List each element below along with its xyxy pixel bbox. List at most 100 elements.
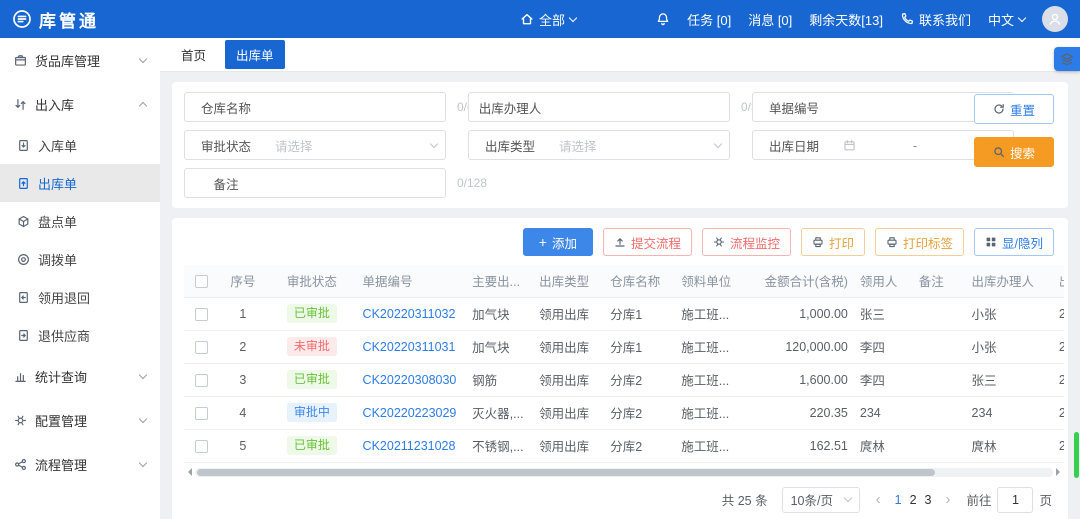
cell-out-type: 领用出库 [533, 297, 604, 330]
page-size-label: 10条/页 [791, 490, 833, 509]
doc-number-link[interactable]: CK20220311031 [363, 340, 456, 354]
contact-us-link[interactable]: 联系我们 [900, 10, 971, 29]
scroll-right-arrow[interactable] [1056, 468, 1064, 476]
results-panel: + 添加 提交流程 流程监控 [172, 218, 1068, 519]
print-tag-button[interactable]: 打印标签 [875, 228, 964, 256]
chevron-down-icon [1018, 13, 1026, 21]
cell-status: 已审批 [267, 363, 356, 396]
approval_status-select[interactable]: 请选择 [267, 131, 445, 159]
cell-main-items: 加气块 [466, 330, 533, 363]
tabbar: 首页 出库单 [160, 38, 1080, 72]
row-checkbox[interactable] [195, 407, 208, 420]
prev-page-arrow[interactable]: ‹ [874, 491, 883, 508]
scrollbar-track[interactable] [195, 468, 1053, 477]
org-scope-dropdown[interactable]: 全部 [520, 10, 576, 29]
sidebar-item[interactable]: 入库单 [0, 126, 160, 164]
goto-page-input[interactable] [997, 487, 1033, 513]
doc-number-link[interactable]: CK20220311032 [363, 307, 456, 321]
language-dropdown[interactable]: 中文 [988, 10, 1025, 29]
reset-button[interactable]: 重置 [974, 94, 1054, 124]
filter-field-outbound_handler: 出库办理人0/32 [468, 92, 730, 122]
sidebar-item[interactable]: 出库单 [0, 164, 160, 202]
table-wrap: 序号审批状态单据编号主要出...出库类型仓库名称领料单位金额合计(含税)领用人备… [184, 265, 1064, 463]
chevron-down-icon [843, 494, 851, 502]
sidebar-item[interactable]: 盘点单 [0, 202, 160, 240]
row-checkbox[interactable] [195, 440, 208, 453]
sidebar-group-3[interactable]: 配置管理 [0, 398, 160, 442]
page-number-2[interactable]: 2 [910, 493, 917, 507]
filter-field-warehouse_name: 仓库名称0/64 [184, 92, 446, 122]
chevron-down-icon [569, 13, 577, 21]
flow-monitor-button[interactable]: 流程监控 [702, 228, 791, 256]
notification-bell-icon[interactable] [656, 12, 670, 26]
tab-outbound-orders[interactable]: 出库单 [225, 40, 285, 69]
cell-amount: 1,000.00 [748, 297, 854, 330]
cell-select [184, 396, 219, 429]
messages-link[interactable]: 消息 [0] [748, 10, 792, 29]
warehouse_name-input[interactable] [275, 100, 451, 115]
column-header: 出库办理人 [966, 265, 1053, 297]
gear-icon [713, 236, 725, 248]
page-size-select[interactable]: 10条/页 [782, 487, 860, 513]
outbound_handler-input[interactable] [559, 100, 735, 115]
vertical-scrollbar-thumb[interactable] [1074, 432, 1079, 478]
column-header: 备注 [913, 265, 966, 297]
chevron-down-icon [430, 139, 438, 147]
page-number-3[interactable]: 3 [925, 493, 932, 507]
cell-unit: 施工班... [675, 396, 748, 429]
filter-label: 备注 [185, 174, 267, 193]
sidebar-nav: 货品库管理出入库入库单出库单盘点单调拨单领用退回退供应商统计查询配置管理流程管理 [0, 38, 160, 519]
language-label: 中文 [988, 10, 1014, 29]
cell-amount: 220.35 [748, 396, 854, 429]
cell-recipient: 李四 [854, 363, 913, 396]
show-hide-columns-button[interactable]: 显/隐列 [974, 228, 1054, 256]
cell-handler: 小张 [966, 297, 1053, 330]
scrollbar-thumb[interactable] [197, 469, 935, 476]
row-checkbox[interactable] [195, 341, 208, 354]
sidebar-group-1[interactable]: 出入库 [0, 82, 160, 126]
cell-unit: 施工班... [675, 429, 748, 462]
sidebar-group-2[interactable]: 统计查询 [0, 354, 160, 398]
sidebar-group-0[interactable]: 货品库管理 [0, 38, 160, 82]
page-number-1[interactable]: 1 [895, 493, 902, 507]
submit-flow-button[interactable]: 提交流程 [603, 228, 692, 256]
remark-input[interactable] [275, 176, 451, 191]
sidebar-item[interactable]: 领用退回 [0, 278, 160, 316]
goto-page: 前往 页 [966, 487, 1052, 513]
days-remaining-label: 剩余天数[13] [809, 10, 883, 29]
table-row: 2未审批CK20220311031加气块领用出库分库1施工班...120,000… [184, 330, 1064, 363]
cell-unit: 施工班... [675, 297, 748, 330]
floating-helper-widget[interactable] [1054, 47, 1080, 71]
next-page-arrow[interactable]: › [943, 491, 952, 508]
tasks-link[interactable]: 任务 [0] [687, 10, 731, 29]
sidebar-group-4[interactable]: 流程管理 [0, 442, 160, 486]
tab-home[interactable]: 首页 [170, 40, 217, 69]
chevron-up-icon [139, 101, 147, 109]
sidebar-item[interactable]: 调拨单 [0, 240, 160, 278]
outbound_type-select[interactable]: 请选择 [551, 131, 729, 159]
cell-date: 20 [1053, 297, 1064, 330]
search-button[interactable]: 搜索 [974, 137, 1054, 167]
doc-number-link[interactable]: CK20220223029 [363, 406, 457, 420]
sidebar-group-label: 出入库 [35, 95, 74, 114]
table-row: 1已审批CK20220311032加气块领用出库分库1施工班...1,000.0… [184, 297, 1064, 330]
inventory-cube-icon [17, 215, 30, 228]
doc-number-link[interactable]: CK20211231028 [363, 439, 456, 453]
cell-seq: 2 [219, 330, 268, 363]
row-checkbox[interactable] [195, 374, 208, 387]
sidebar-item[interactable]: 退供应商 [0, 316, 160, 354]
column-header: 仓库名称 [604, 265, 675, 297]
doc-number-link[interactable]: CK20220308030 [363, 373, 457, 387]
row-checkbox[interactable] [195, 308, 208, 321]
flow-monitor-label: 流程监控 [730, 233, 780, 252]
select-all-checkbox[interactable] [195, 275, 208, 288]
cell-out-type: 领用出库 [533, 429, 604, 462]
filter-field-outbound_type: 出库类型请选择 [468, 130, 730, 160]
status-badge: 已审批 [287, 370, 337, 390]
scroll-left-arrow[interactable] [184, 468, 192, 476]
pagination: 共 25 条 10条/页 ‹ 123 › 前往 页 [172, 478, 1068, 519]
add-button[interactable]: + 添加 [523, 228, 593, 256]
user-avatar[interactable] [1042, 6, 1068, 32]
print-button[interactable]: 打印 [801, 228, 865, 256]
cell-handler: 庹林 [966, 429, 1053, 462]
